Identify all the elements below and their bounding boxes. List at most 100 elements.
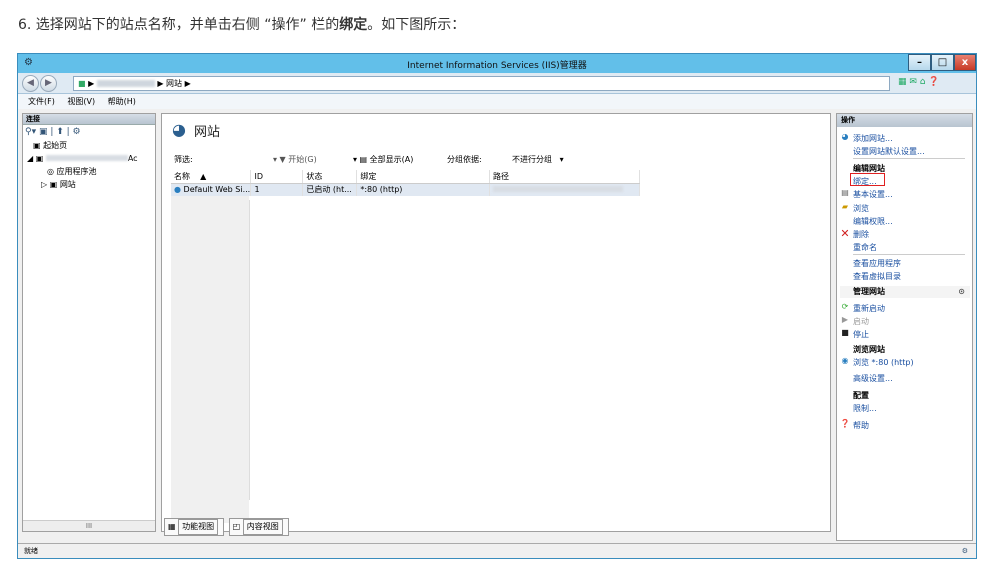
- action-rename[interactable]: 重命名: [853, 242, 877, 253]
- action-start: 启动: [853, 317, 869, 326]
- connections-pane: 连接 ⚲▾ ▣ | ⬆ | ⚙ ▣ 起始页 ◢ ▣ Ac ◎ 应用程序池 ▷ ▣…: [22, 113, 156, 532]
- connections-header: 连接: [23, 114, 155, 125]
- group-browse-site: 浏览网站: [853, 345, 885, 354]
- main-body: 连接 ⚲▾ ▣ | ⬆ | ⚙ ▣ 起始页 ◢ ▣ Ac ◎ 应用程序池 ▷ ▣…: [18, 109, 976, 543]
- action-restart[interactable]: 重新启动: [853, 303, 885, 314]
- action-site-defaults[interactable]: 设置网站默认设置...: [853, 146, 925, 157]
- iis-window: ⚙ Internet Information Services (IIS)管理器…: [17, 53, 977, 559]
- action-browse-80[interactable]: 浏览 *:80 (http): [853, 357, 914, 368]
- action-basic-settings[interactable]: 基本设置...: [853, 189, 893, 200]
- group-by-select[interactable]: 不进行分组 ▾: [512, 153, 564, 167]
- app-pool-icon: ◎: [47, 167, 54, 176]
- action-edit-permissions[interactable]: 编辑权限...: [853, 216, 893, 227]
- actions-pane: 操作 ◕ 添加网站... 设置网站默认设置... 编辑网站 绑定... ▤ 基本…: [836, 113, 973, 541]
- divider: [853, 158, 965, 159]
- address-bar: ◀ ▶ ■ ▶ ▶ 网站 ▶ ▦ ✉ ⌂ ❓: [18, 73, 976, 94]
- action-add-site[interactable]: 添加网站...: [853, 133, 893, 144]
- site-binding-cell: *:80 (http): [356, 183, 491, 196]
- filter-bar: 筛选: ▾ ▼ 开始(G) ▾ ▤ 全部显示(A) 分组依据: 不进行分组 ▾: [170, 153, 828, 167]
- maximize-button[interactable]: □: [931, 54, 954, 71]
- status-bar: 就绪 ⚙: [18, 543, 976, 558]
- tree-item-start-page[interactable]: ▣ 起始页: [23, 139, 155, 152]
- tree-item-server[interactable]: ◢ ▣ Ac: [23, 152, 155, 165]
- grid-background: [249, 200, 828, 500]
- forward-icon[interactable]: ▶: [40, 75, 57, 92]
- col-id[interactable]: ID: [250, 170, 304, 184]
- browse-globe-icon: ◉: [841, 356, 849, 365]
- menu-bar: 文件(F) 视图(V) 帮助(H): [18, 94, 976, 109]
- col-path[interactable]: 路径: [489, 170, 640, 184]
- back-icon[interactable]: ◀: [22, 75, 39, 92]
- blurred-server-label: [45, 155, 128, 161]
- action-view-applications[interactable]: 查看应用程序: [853, 258, 901, 269]
- sites-table: 名称 ▲ ID 状态 绑定 路径 ● Default Web Si... 1 已…: [171, 170, 640, 196]
- group-manage-site: 管理网站 ⊙: [840, 286, 970, 298]
- caption-bold: 绑定: [339, 17, 368, 33]
- toolbar-icons[interactable]: ▦ ✉ ⌂ ❓: [898, 77, 940, 87]
- action-help[interactable]: 帮助: [853, 420, 869, 431]
- view-tabs: ▦ 功能视图 ◰ 内容视图: [164, 518, 364, 536]
- show-all-button[interactable]: ▾ ▤ 全部显示(A): [353, 153, 413, 167]
- title-bar: ⚙ Internet Information Services (IIS)管理器…: [18, 54, 976, 73]
- restart-icon: ⟳: [841, 302, 849, 311]
- site-path-cell: [489, 183, 640, 196]
- start-filter-button[interactable]: ▾ ▼ 开始(G): [273, 153, 317, 167]
- start-page-icon: ▣: [33, 141, 41, 150]
- window-title: Internet Information Services (IIS)管理器: [407, 61, 587, 71]
- tree-item-app-pools[interactable]: ◎ 应用程序池: [23, 165, 155, 178]
- sites-globe-icon: ◕: [172, 120, 186, 139]
- action-advanced-settings[interactable]: 高级设置...: [853, 373, 893, 384]
- caption: 6. 选择网站下的站点名称，并单击右侧 “操作” 栏的绑定。如下图所示：: [18, 17, 466, 33]
- blurred-path: [493, 186, 624, 193]
- filter-label: 筛选:: [174, 155, 193, 164]
- action-view-virtual-dirs[interactable]: 查看虚拟目录: [853, 271, 901, 282]
- divider: [853, 254, 965, 255]
- sites-folder-icon: ▷ ▣: [41, 180, 58, 189]
- menu-help[interactable]: 帮助(H): [108, 97, 136, 106]
- action-stop[interactable]: 停止: [853, 329, 869, 340]
- group-configure: 配置: [853, 391, 869, 400]
- address-field[interactable]: ■ ▶ ▶ 网站 ▶: [73, 76, 890, 91]
- bindings-highlight: [850, 173, 885, 186]
- address-path[interactable]: ▶ 网站 ▶: [157, 79, 190, 88]
- site-name-cell[interactable]: ● Default Web Si...: [171, 183, 252, 196]
- add-site-icon: ◕: [841, 132, 849, 141]
- status-text: 就绪: [24, 547, 38, 555]
- grid-left-margin: [171, 184, 249, 523]
- site-globe-icon: ●: [174, 185, 181, 195]
- blurred-server-name: [96, 80, 155, 87]
- server-icon: ◢ ▣: [27, 154, 44, 163]
- horizontal-scrollbar[interactable]: III: [23, 520, 155, 531]
- delete-icon: ✕: [840, 227, 850, 240]
- action-limits[interactable]: 限制...: [853, 403, 877, 414]
- sites-pane: ◕ 网站 筛选: ▾ ▼ 开始(G) ▾ ▤ 全部显示(A) 分组依据: 不进行…: [161, 113, 831, 532]
- group-by-label: 分组依据:: [447, 155, 482, 164]
- tab-features-view[interactable]: ▦ 功能视图: [164, 518, 225, 536]
- connections-tree: ▣ 起始页 ◢ ▣ Ac ◎ 应用程序池 ▷ ▣ 网站: [23, 139, 155, 191]
- action-browse[interactable]: 浏览: [853, 203, 869, 214]
- col-name[interactable]: 名称 ▲: [171, 170, 252, 184]
- col-status[interactable]: 状态: [302, 170, 358, 184]
- help-icon: ❓: [840, 419, 850, 428]
- network-icon: ⚙: [961, 547, 968, 555]
- action-delete[interactable]: 删除: [853, 229, 869, 240]
- connections-toolbar[interactable]: ⚲▾ ▣ | ⬆ | ⚙: [23, 125, 155, 139]
- browse-folder-icon: ▰: [841, 202, 849, 211]
- table-row[interactable]: ● Default Web Si... 1 已启动 (ht... *:80 (h…: [171, 183, 640, 196]
- site-id-cell: 1: [250, 183, 304, 196]
- basic-settings-icon: ▤: [841, 188, 849, 197]
- menu-file[interactable]: 文件(F): [28, 97, 55, 106]
- tree-item-sites[interactable]: ▷ ▣ 网站: [23, 178, 155, 191]
- site-status-cell: 已启动 (ht...: [302, 183, 358, 196]
- page-title: 网站: [194, 125, 221, 140]
- home-icon: ■: [78, 79, 86, 88]
- stop-icon: ■: [841, 328, 849, 337]
- actions-header: 操作: [837, 114, 972, 127]
- minimize-button[interactable]: –: [908, 54, 931, 71]
- menu-view[interactable]: 视图(V): [67, 97, 95, 106]
- tab-content-view[interactable]: ◰ 内容视图: [228, 518, 289, 536]
- close-button[interactable]: x: [954, 54, 976, 71]
- collapse-icon[interactable]: ⊙: [958, 286, 965, 298]
- start-icon: ▶: [841, 315, 849, 324]
- col-binding[interactable]: 绑定: [356, 170, 491, 184]
